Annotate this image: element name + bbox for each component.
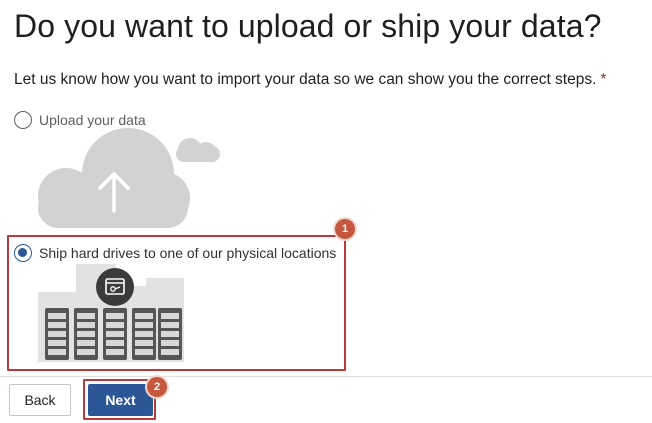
upload-radio[interactable] bbox=[14, 111, 32, 129]
step-1-badge: 1 bbox=[335, 219, 355, 239]
subtitle-text: Let us know how you want to import your … bbox=[14, 71, 597, 88]
required-marker: * bbox=[600, 71, 607, 88]
page-subtitle: Let us know how you want to import your … bbox=[14, 71, 606, 89]
ship-label: Ship hard drives to one of our physical … bbox=[39, 245, 337, 261]
ship-radio[interactable] bbox=[14, 244, 32, 262]
page-title: Do you want to upload or ship your data? bbox=[14, 8, 602, 44]
server-racks-icon bbox=[38, 264, 184, 362]
cloud-upload-icon bbox=[38, 128, 220, 228]
back-button[interactable]: Back bbox=[9, 384, 71, 416]
step-2-badge: 2 bbox=[147, 377, 167, 397]
next-button[interactable]: Next bbox=[88, 384, 153, 416]
option-ship[interactable]: Ship hard drives to one of our physical … bbox=[14, 244, 336, 262]
footer-bar: Back Next 2 bbox=[0, 376, 652, 423]
